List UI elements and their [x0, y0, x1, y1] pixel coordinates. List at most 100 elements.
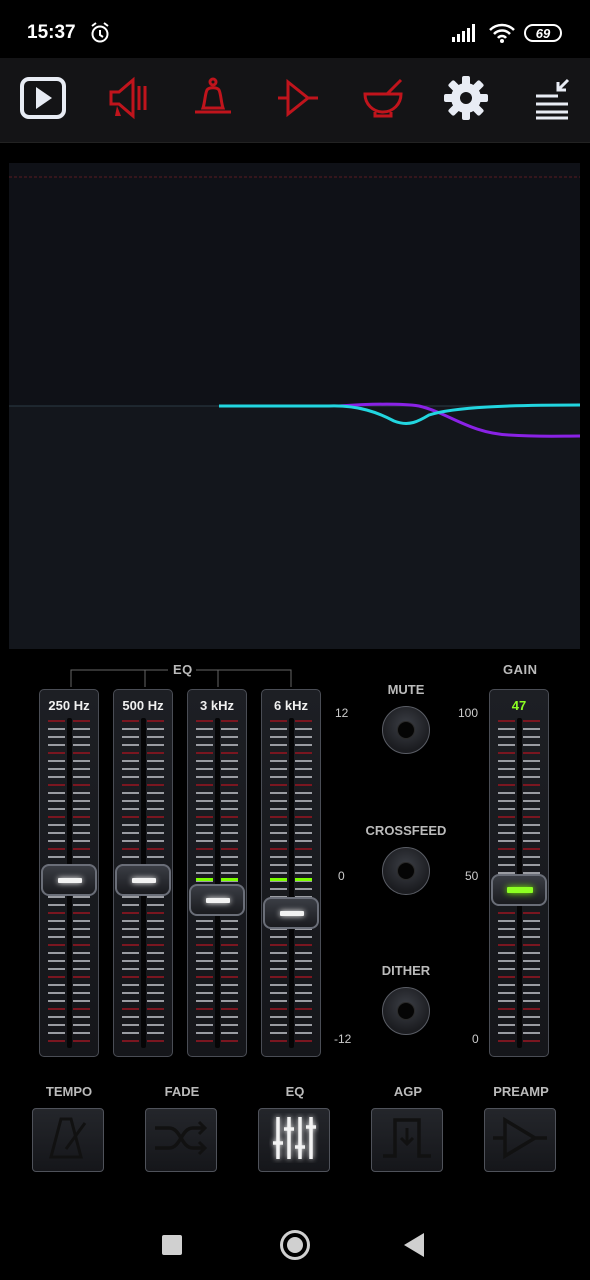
scale-tick [48, 984, 65, 986]
scale-tick [73, 808, 90, 810]
scale-tick [295, 728, 312, 730]
mute-button[interactable] [382, 706, 430, 754]
scale-tick [270, 816, 287, 818]
eq-slider-6khz[interactable]: 6 kHz [261, 689, 321, 1057]
agp-button[interactable] [371, 1108, 443, 1172]
tempo-button[interactable] [32, 1108, 104, 1172]
scale-tick [73, 984, 90, 986]
eq-slider-3khz[interactable]: 3 kHz [187, 689, 247, 1057]
scale-tick [48, 1040, 65, 1042]
scale-tick [498, 1008, 515, 1010]
scale-tick [196, 1008, 213, 1010]
scale-tick [221, 848, 238, 850]
settings-button[interactable] [438, 72, 494, 128]
equalizer-icon [269, 1113, 319, 1168]
scale-tick [221, 984, 238, 986]
home-button[interactable] [280, 1230, 310, 1260]
scale-tick [221, 1016, 238, 1018]
gain-knob[interactable] [491, 873, 547, 906]
scale-tick [498, 960, 515, 962]
crossfeed-button[interactable] [382, 847, 430, 895]
eq-slider-500hz[interactable]: 500 Hz [113, 689, 173, 1057]
preamp-button[interactable] [484, 1108, 556, 1172]
scale-tick [73, 856, 90, 858]
scale-tick [270, 792, 287, 794]
scale-tick [295, 1032, 312, 1034]
speaker-button[interactable] [100, 72, 156, 128]
scale-tick [48, 976, 65, 978]
bell-button[interactable] [185, 72, 241, 128]
eq-button[interactable] [258, 1108, 330, 1172]
scale-tick [270, 1000, 287, 1002]
scale-tick [48, 856, 65, 858]
scale-tick [73, 928, 90, 930]
scale-tick [498, 920, 515, 922]
gear-icon [443, 75, 489, 126]
scale-tick [498, 1032, 515, 1034]
scale-tick [221, 952, 238, 954]
scale-tick [122, 984, 139, 986]
scale-tick [523, 856, 540, 858]
scale-tick [498, 728, 515, 730]
scale-tick [48, 904, 65, 906]
scale-tick [270, 832, 287, 834]
bowl-button[interactable] [355, 72, 411, 128]
scale-tick [122, 752, 139, 754]
scale-tick [147, 952, 164, 954]
dither-label: DITHER [381, 963, 431, 978]
scale-tick [295, 952, 312, 954]
scale-tick [48, 824, 65, 826]
scale-tick [523, 1032, 540, 1034]
scale-tick [295, 752, 312, 754]
scale-tick [270, 984, 287, 986]
scale-tick [122, 1008, 139, 1010]
scale-tick [295, 816, 312, 818]
scale-tick [498, 736, 515, 738]
scale-tick [48, 840, 65, 842]
recents-button[interactable] [162, 1235, 182, 1255]
scale-tick [498, 832, 515, 834]
scale-tick [221, 960, 238, 962]
scale-tick [48, 800, 65, 802]
collapse-menu-button[interactable] [524, 72, 580, 128]
scale-tick [498, 784, 515, 786]
scale-tick [523, 792, 540, 794]
dither-button[interactable] [382, 987, 430, 1035]
speaker-icon [105, 76, 151, 125]
play-button[interactable] [15, 72, 71, 128]
scale-tick [196, 984, 213, 986]
scale-tick [122, 1040, 139, 1042]
scale-tick [147, 720, 164, 722]
scale-tick [73, 832, 90, 834]
back-button[interactable] [404, 1233, 424, 1257]
scale-tick [122, 728, 139, 730]
slider-knob[interactable] [115, 864, 171, 896]
fade-button[interactable] [145, 1108, 217, 1172]
scale-tick [48, 752, 65, 754]
scale-tick [270, 736, 287, 738]
scale-tick [196, 816, 213, 818]
slider-knob[interactable] [41, 864, 97, 896]
gain-slider[interactable]: 47 [489, 689, 549, 1057]
scale-tick [498, 984, 515, 986]
slider-knob[interactable] [263, 897, 319, 930]
scale-tick [523, 840, 540, 842]
scale-tick [48, 944, 65, 946]
scale-tick [48, 848, 65, 850]
scale-tick [73, 1032, 90, 1034]
scale-tick [221, 1008, 238, 1010]
scale-tick [147, 928, 164, 930]
scale-tick [73, 744, 90, 746]
scale-tick [295, 888, 312, 890]
amplifier-button[interactable] [270, 72, 326, 128]
slider-knob[interactable] [189, 884, 245, 916]
scale-tick [122, 856, 139, 858]
alarm-icon [90, 22, 110, 49]
scale-tick [221, 736, 238, 738]
scale-tick [221, 1024, 238, 1026]
eq-slider-250hz[interactable]: 250 Hz [39, 689, 99, 1057]
scale-tick [498, 760, 515, 762]
scale-tick [270, 720, 287, 722]
scale-tick [295, 792, 312, 794]
scale-tick [221, 920, 238, 922]
